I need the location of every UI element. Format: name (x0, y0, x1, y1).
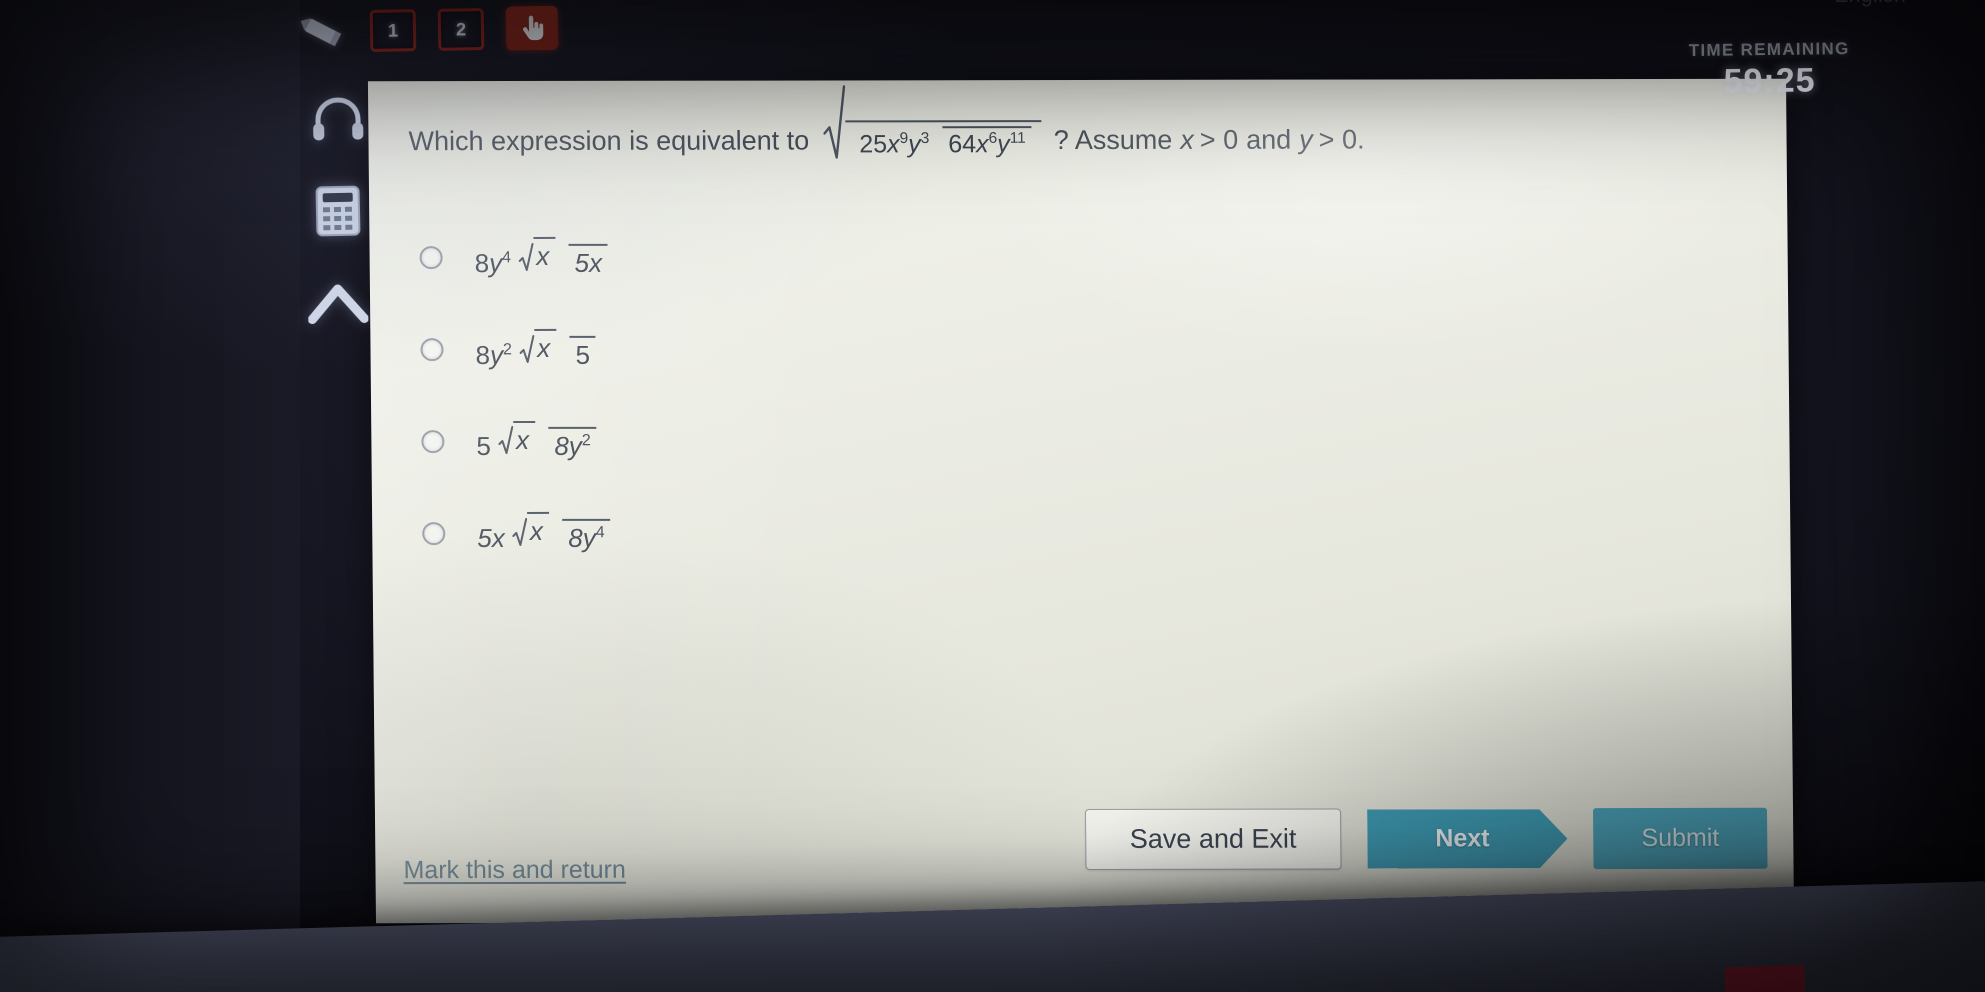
answer-expression-c: 5 x 8y2 (470, 420, 597, 462)
language-label: English (1834, 0, 1906, 8)
timer: TIME REMAINING 59:25 (1689, 39, 1851, 102)
screen-photo: English ▾ TIME REMAINING 59:25 1 2 (0, 0, 1985, 992)
navigation-buttons: Save and Exit Next Submit (1084, 807, 1768, 870)
question-tail: ? Assume (1053, 125, 1173, 156)
sqrt-icon-d: x (512, 512, 550, 548)
question-stem: Which expression is equivalent to 25x9y3… (408, 84, 1746, 162)
chevron-up-icon[interactable] (305, 273, 370, 332)
pointer-hand-icon[interactable] (505, 5, 559, 51)
timer-label: TIME REMAINING (1688, 39, 1850, 60)
radicand-denominator: 64x6y11 (942, 126, 1032, 159)
flag-button-1[interactable]: 1 (369, 9, 417, 52)
answer-expression-b: 8y2 x 5 (469, 328, 597, 371)
condition-x-relation: > 0 (1199, 124, 1239, 155)
sqrt-icon-c: x (498, 420, 536, 456)
condition-x-var: x (1180, 125, 1194, 156)
condition-y-var: y (1299, 124, 1313, 155)
pencil-icon[interactable] (296, 11, 349, 52)
radicand-numerator: 25x9y3 (859, 129, 930, 159)
question-prompt: Which expression is equivalent to (408, 125, 810, 157)
radio-button-b[interactable] (420, 338, 444, 362)
flag-button-2[interactable]: 2 (437, 8, 485, 51)
answer-choice-d[interactable]: 5x x 8y4 (418, 506, 621, 560)
condition-conjunction: and (1246, 124, 1292, 155)
question-radical-expression: 25x9y3 64x6y11 (822, 84, 1042, 162)
answer-choice-c[interactable]: 5 x 8y2 (417, 414, 620, 468)
exam-content-card: Which expression is equivalent to 25x9y3… (367, 78, 1795, 924)
timer-value: 59:25 (1723, 61, 1816, 101)
condition-y-relation: > 0. (1318, 124, 1365, 155)
answer-choice-b[interactable]: 8y2 x 5 (416, 323, 619, 377)
answer-choice-a[interactable]: 8y4 x 5x (415, 231, 618, 285)
save-and-exit-button[interactable]: Save and Exit (1084, 808, 1342, 870)
next-button[interactable]: Next (1367, 809, 1568, 868)
annotation-toolbar: 1 2 (296, 5, 559, 55)
sqrt-icon-b: x (519, 328, 557, 364)
radio-button-d[interactable] (422, 521, 446, 545)
headphones-icon[interactable] (305, 89, 370, 148)
sqrt-icon-a: x (518, 236, 556, 272)
answer-expression-a: 8y4 x 5x (468, 236, 609, 279)
radio-button-c[interactable] (421, 430, 445, 454)
radio-button-a[interactable] (419, 246, 443, 270)
answer-expression-d: 5x x 8y4 (471, 512, 611, 554)
answer-choice-list: 8y4 x 5x 8y2 x 5 5 x 8y2 5x x 8y4 (415, 231, 621, 560)
submit-button[interactable]: Submit (1593, 807, 1768, 870)
calculator-icon[interactable] (305, 181, 370, 240)
red-object (1724, 964, 1806, 992)
desktop-background-left (0, 0, 300, 940)
mark-this-and-return-link[interactable]: Mark this and return (403, 856, 626, 885)
denominator-c: 8y (554, 431, 583, 462)
radical-sign-icon (822, 84, 845, 161)
chevron-down-icon: ▾ (1946, 0, 1959, 6)
language-selector[interactable]: English ▾ (1834, 0, 1959, 8)
denominator-d: 8y (568, 523, 596, 554)
tool-rail (288, 90, 388, 332)
